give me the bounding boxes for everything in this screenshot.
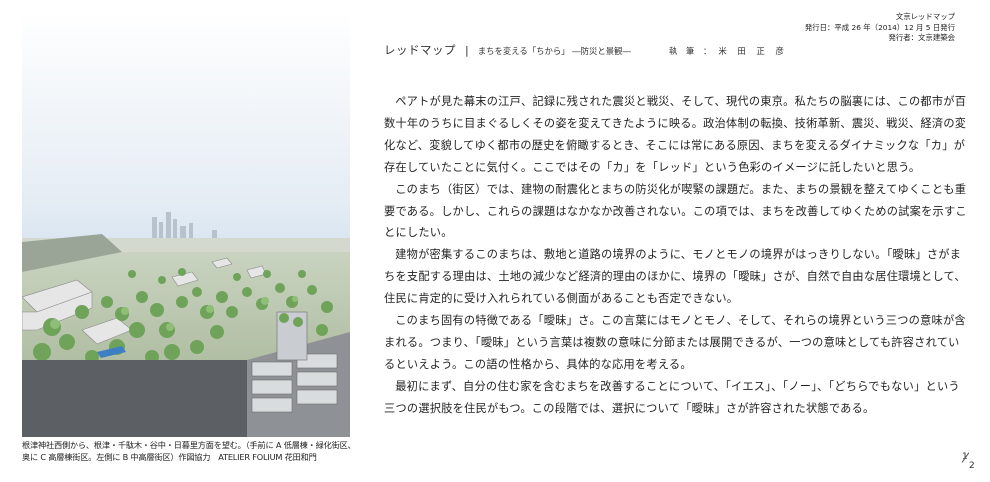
publication-date: 発行日：平成 26 年（2014）12 月 5 日発行: [804, 22, 955, 32]
article-title: レッドマップ: [384, 43, 456, 57]
paragraph: このまち（街区）では、建物の耐震化とまちの防災化が喫緊の課題だ。また、まちの景観…: [384, 182, 967, 240]
paragraph: このまち固有の特徴である「曖昧」さ。この言葉にはモノとモノ、そして、それらの境界…: [384, 314, 966, 371]
publication-info: 文京レッドマップ 発行日：平成 26 年（2014）12 月 5 日発行 発行者…: [805, 12, 955, 44]
paragraph: 建物が密集するこのまちは、敷地と道路の境界のように、モノとモノの境界がはっきりし…: [384, 248, 966, 306]
publication-name: 文京レッドマップ: [895, 12, 955, 21]
title-separator: |: [465, 44, 469, 57]
article-body: ペアトが見た幕末の江戸、記録に残された震災と戦災、そして、現代の東京。私たちの脳…: [384, 91, 969, 420]
page-number: 1 2: [960, 452, 980, 474]
author-name: 米 田 正 彦: [718, 46, 788, 56]
figure-caption: 根津神社西側から、根津・千駄木・谷中・日暮里方面を望む。（手前に A 低層棟・緑…: [22, 440, 362, 463]
page-total: 2: [969, 461, 975, 471]
paragraph: ペアトが見た幕末の江戸、記録に残された震災と戦災、そして、現代の東京。私たちの脳…: [384, 95, 967, 174]
article-header: レッドマップ | まちを変える「ちから」 ―防災と景観― 執 筆 ：米 田 正 彦: [384, 42, 964, 58]
city-rendering-image: [22, 12, 350, 437]
caption-line-1: 根津神社西側から、根津・千駄木・谷中・日暮里方面を望む。（手前に A 低層棟・緑…: [22, 440, 356, 450]
author-label: 執 筆 ：: [668, 46, 715, 56]
article-subtitle: まちを変える「ちから」 ―防災と景観―: [477, 46, 631, 56]
paragraph: 最初にまず、自分の住む家を含むまちを改善することについて、「イエス」、「ノー」、…: [384, 379, 960, 415]
caption-line-2: 奥に C 高層棟街区。左側に B 中高層街区）作図協力 ATELIER FOLI…: [22, 451, 317, 462]
